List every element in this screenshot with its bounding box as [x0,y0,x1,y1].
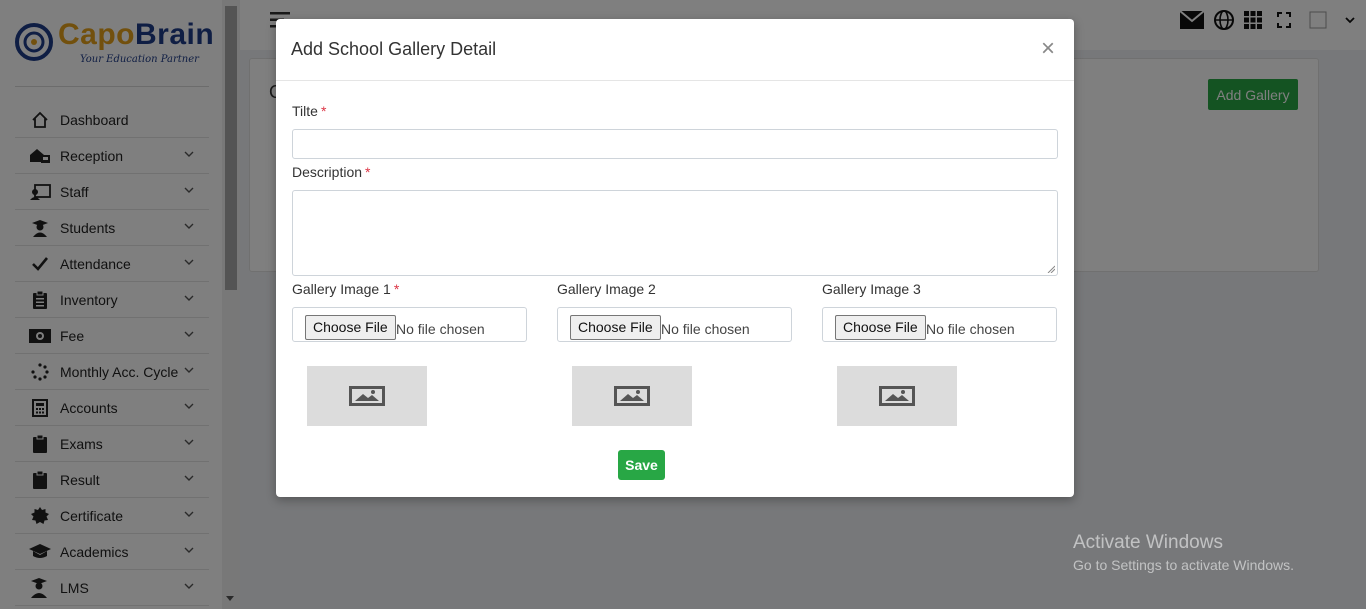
image-placeholder-icon [614,386,650,406]
gallery-image-2-label: Gallery Image 2 [557,281,656,297]
choose-file-button[interactable]: Choose File [835,315,926,340]
description-label-text: Description [292,164,363,180]
modal-title: Add School Gallery Detail [291,39,497,59]
gallery-image-1-preview [307,366,427,426]
image-placeholder-icon [879,386,915,406]
resize-grip-icon[interactable] [1047,265,1055,273]
watermark-subtitle: Go to Settings to activate Windows. [1073,557,1294,573]
windows-activation-watermark: Activate Windows Go to Settings to activ… [1073,532,1294,573]
gallery-image-1-label-text: Gallery Image 1 [292,281,391,297]
title-label: Tilte * [292,103,326,119]
gallery-image-1-label: Gallery Image 1 * [292,281,399,297]
save-button[interactable]: Save [618,450,665,480]
description-textarea[interactable] [292,190,1058,276]
title-label-text: Tilte [292,103,318,119]
title-input[interactable] [292,129,1058,159]
choose-file-button[interactable]: Choose File [570,315,661,340]
file-status: No file chosen [926,321,1015,337]
image-placeholder-icon [349,386,385,406]
required-marker: * [365,164,371,180]
gallery-image-3-preview [837,366,957,426]
file-status: No file chosen [396,321,485,337]
file-status: No file chosen [661,321,750,337]
modal-header: Add School Gallery Detail × [276,19,1074,81]
gallery-image-3-file-input[interactable]: Choose File No file chosen [822,307,1057,342]
add-gallery-modal: Add School Gallery Detail × Tilte * Descr… [276,19,1074,497]
gallery-image-2-preview [572,366,692,426]
choose-file-button[interactable]: Choose File [305,315,396,340]
gallery-image-3-label: Gallery Image 3 [822,281,921,297]
gallery-image-2-file-input[interactable]: Choose File No file chosen [557,307,792,342]
gallery-image-1-file-input[interactable]: Choose File No file chosen [292,307,527,342]
required-marker: * [393,281,400,297]
watermark-title: Activate Windows [1073,532,1223,553]
required-marker: * [320,103,327,119]
close-icon[interactable]: × [1038,37,1058,61]
description-label: Description * [292,164,370,180]
